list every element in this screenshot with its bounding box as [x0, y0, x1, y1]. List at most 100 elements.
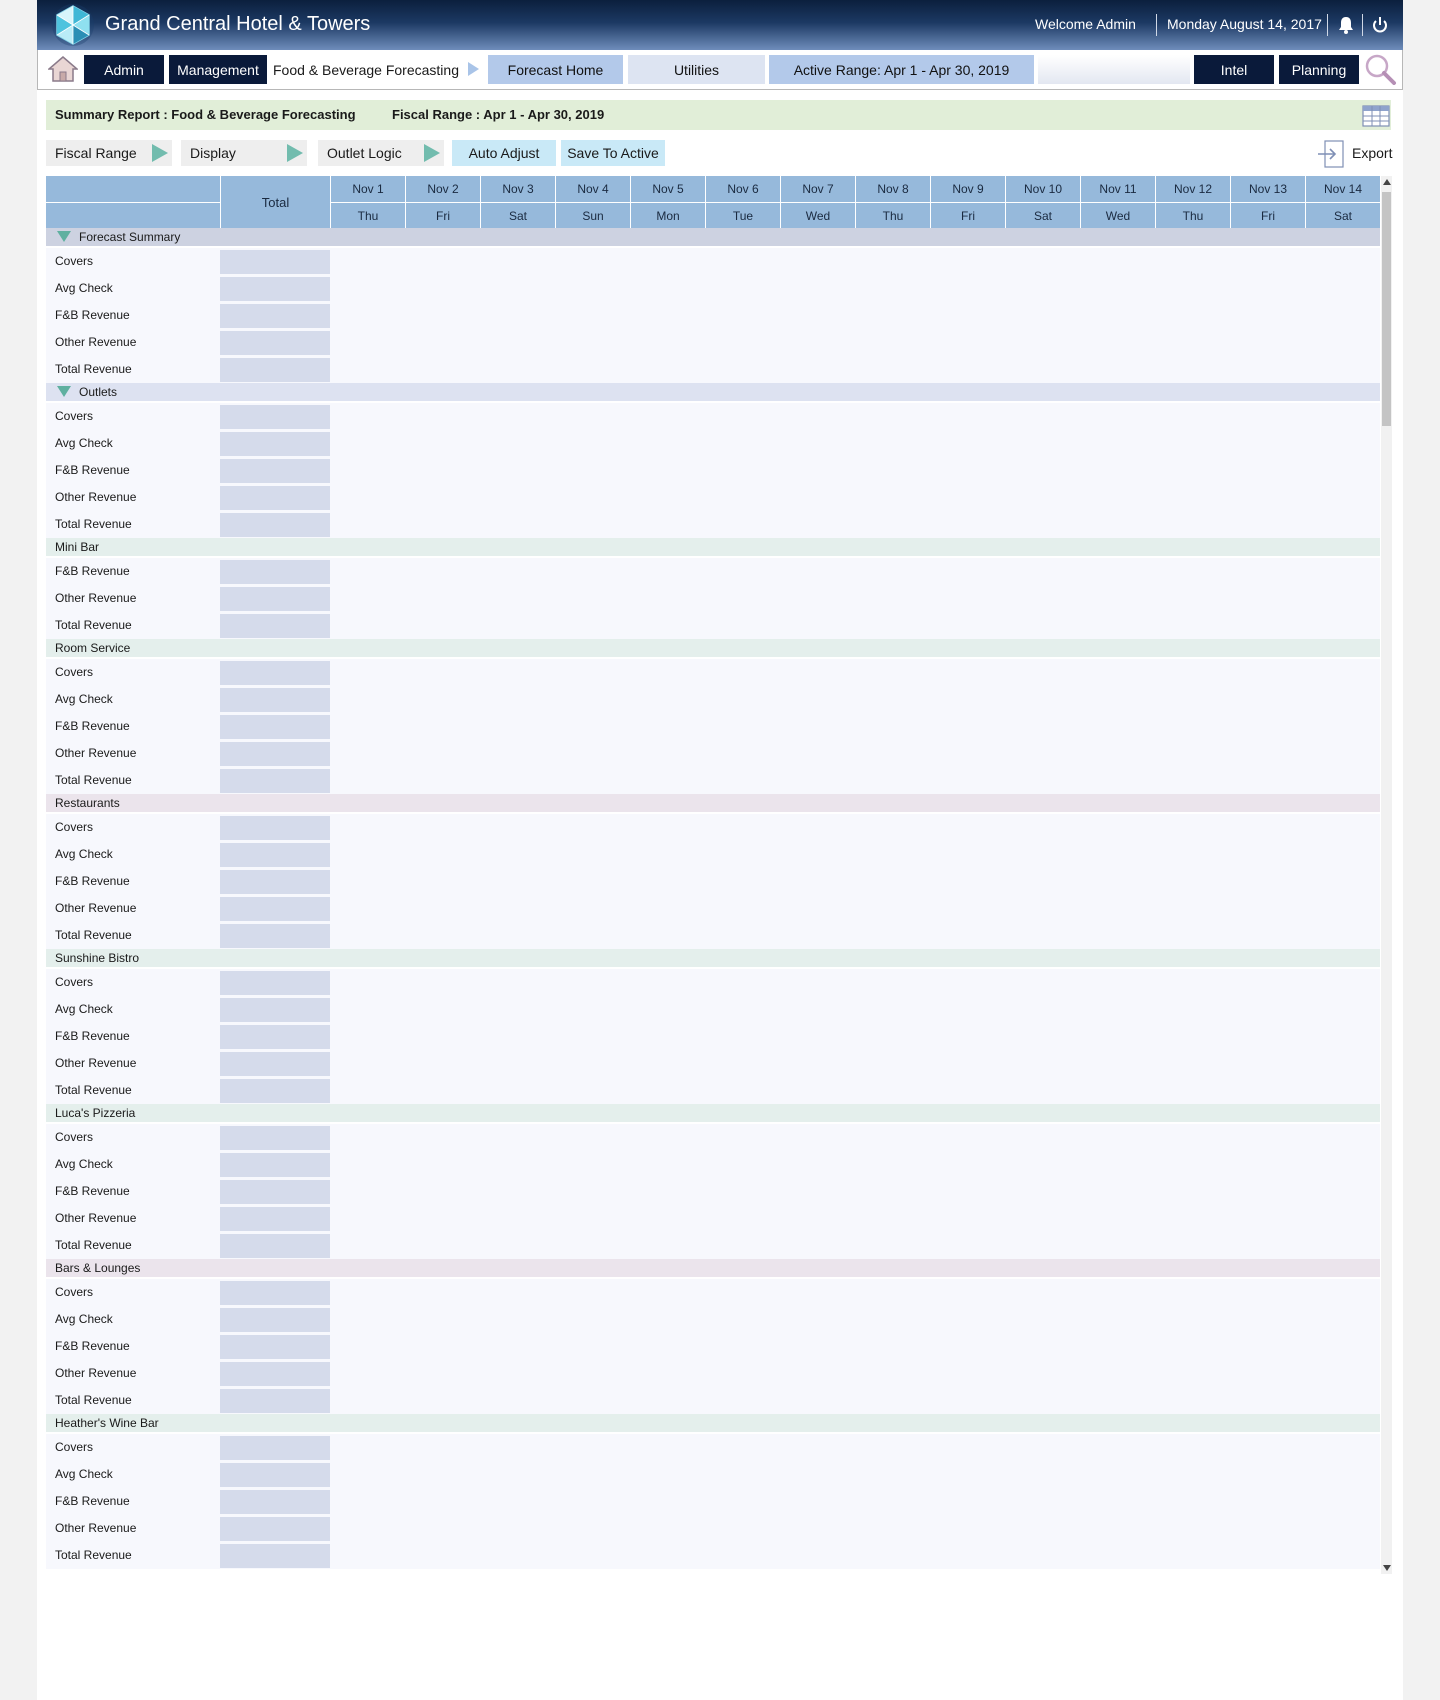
outlet-logic-dropdown[interactable]: Outlet Logic [318, 140, 444, 166]
intel-button[interactable]: Intel [1194, 55, 1274, 84]
total-cell[interactable] [220, 405, 330, 429]
total-cell[interactable] [220, 1180, 330, 1204]
forecast-home-button[interactable]: Forecast Home [488, 55, 623, 84]
total-cell[interactable] [220, 1335, 330, 1359]
divider [1156, 14, 1157, 36]
total-cell[interactable] [220, 1052, 330, 1076]
column-date-header: Nov 9 [930, 176, 1005, 202]
bell-icon[interactable] [1337, 15, 1355, 35]
utilities-button[interactable]: Utilities [628, 55, 765, 84]
total-cell[interactable] [220, 1308, 330, 1332]
table-row: Other Revenue [46, 329, 1380, 356]
admin-button[interactable]: Admin [84, 55, 164, 84]
total-cell[interactable] [220, 897, 330, 921]
total-cell[interactable] [220, 971, 330, 995]
play-icon [152, 144, 168, 162]
divider [1362, 14, 1363, 36]
total-cell[interactable] [220, 1126, 330, 1150]
auto-adjust-button[interactable]: Auto Adjust [452, 140, 556, 166]
total-cell[interactable] [220, 924, 330, 948]
active-range-button[interactable]: Active Range: Apr 1 - Apr 30, 2019 [769, 55, 1034, 84]
grid-view-icon[interactable] [1362, 105, 1390, 127]
table-row: Other Revenue [46, 1205, 1380, 1232]
column-day-header: Wed [1080, 202, 1155, 228]
section-header[interactable]: Outlets [46, 383, 1380, 401]
fiscal-range-text: Fiscal Range : Apr 1 - Apr 30, 2019 [392, 107, 605, 122]
total-cell[interactable] [220, 1490, 330, 1514]
total-cell[interactable] [220, 769, 330, 793]
header-divider [46, 202, 220, 203]
total-cell[interactable] [220, 998, 330, 1022]
total-cell[interactable] [220, 250, 330, 274]
scroll-down-icon[interactable] [1383, 1565, 1391, 1571]
home-icon[interactable] [48, 55, 78, 83]
table-row: Avg Check [46, 686, 1380, 713]
table-row: Covers [46, 659, 1380, 686]
section-label: Restaurants [55, 796, 120, 810]
total-cell[interactable] [220, 277, 330, 301]
total-cell[interactable] [220, 1517, 330, 1541]
power-icon[interactable] [1371, 15, 1389, 35]
total-cell[interactable] [220, 331, 330, 355]
save-to-active-button[interactable]: Save To Active [561, 140, 665, 166]
table-row: F&B Revenue [46, 1488, 1380, 1515]
total-cell[interactable] [220, 486, 330, 510]
column-day-header: Sat [1305, 202, 1380, 228]
total-cell[interactable] [220, 1079, 330, 1103]
table-row: Total Revenue [46, 1232, 1380, 1259]
total-cell[interactable] [220, 1207, 330, 1231]
row-label: Covers [55, 820, 94, 834]
row-label: Covers [55, 409, 94, 423]
row-label: Avg Check [55, 692, 113, 706]
total-cell[interactable] [220, 587, 330, 611]
total-cell[interactable] [220, 870, 330, 894]
row-label: Total Revenue [55, 1548, 132, 1562]
row-label: Covers [55, 1285, 94, 1299]
total-cell[interactable] [220, 1463, 330, 1487]
display-dropdown[interactable]: Display [181, 140, 307, 166]
search-icon[interactable] [1363, 53, 1397, 85]
export-icon[interactable] [1316, 139, 1346, 169]
total-cell[interactable] [220, 843, 330, 867]
column-date-header: Nov 13 [1230, 176, 1305, 202]
total-cell[interactable] [220, 715, 330, 739]
table-row: Total Revenue [46, 1542, 1380, 1569]
section-header[interactable]: Forecast Summary [46, 228, 1380, 246]
total-cell[interactable] [220, 1234, 330, 1258]
total-cell[interactable] [220, 1436, 330, 1460]
collapse-caret-icon[interactable] [57, 231, 71, 242]
management-button[interactable]: Management [169, 55, 267, 84]
total-cell[interactable] [220, 688, 330, 712]
row-label: Avg Check [55, 281, 113, 295]
total-cell[interactable] [220, 432, 330, 456]
total-cell[interactable] [220, 304, 330, 328]
fiscal-range-dropdown[interactable]: Fiscal Range [46, 140, 172, 166]
total-cell[interactable] [220, 1153, 330, 1177]
table-row: Avg Check [46, 1151, 1380, 1178]
vertical-scrollbar[interactable] [1381, 176, 1392, 1574]
total-cell[interactable] [220, 742, 330, 766]
total-cell[interactable] [220, 614, 330, 638]
export-label[interactable]: Export [1352, 145, 1392, 161]
collapse-caret-icon[interactable] [57, 386, 71, 397]
total-cell[interactable] [220, 661, 330, 685]
planning-button[interactable]: Planning [1279, 55, 1359, 84]
total-cell[interactable] [220, 459, 330, 483]
total-cell[interactable] [220, 1281, 330, 1305]
total-cell[interactable] [220, 816, 330, 840]
section-header: Heather's Wine Bar [46, 1414, 1380, 1432]
total-cell[interactable] [220, 1362, 330, 1386]
table-row: F&B Revenue [46, 558, 1380, 585]
total-cell[interactable] [220, 560, 330, 584]
range-input[interactable] [1038, 55, 1190, 84]
column-day-header: Thu [1155, 202, 1230, 228]
total-cell[interactable] [220, 1025, 330, 1049]
section-label: Luca's Pizzeria [55, 1106, 136, 1120]
total-cell[interactable] [220, 513, 330, 537]
total-cell[interactable] [220, 1544, 330, 1568]
total-cell[interactable] [220, 1389, 330, 1413]
total-cell[interactable] [220, 358, 330, 382]
section-header: Room Service [46, 639, 1380, 657]
scroll-up-icon[interactable] [1383, 179, 1391, 185]
scrollbar-thumb[interactable] [1382, 192, 1391, 426]
